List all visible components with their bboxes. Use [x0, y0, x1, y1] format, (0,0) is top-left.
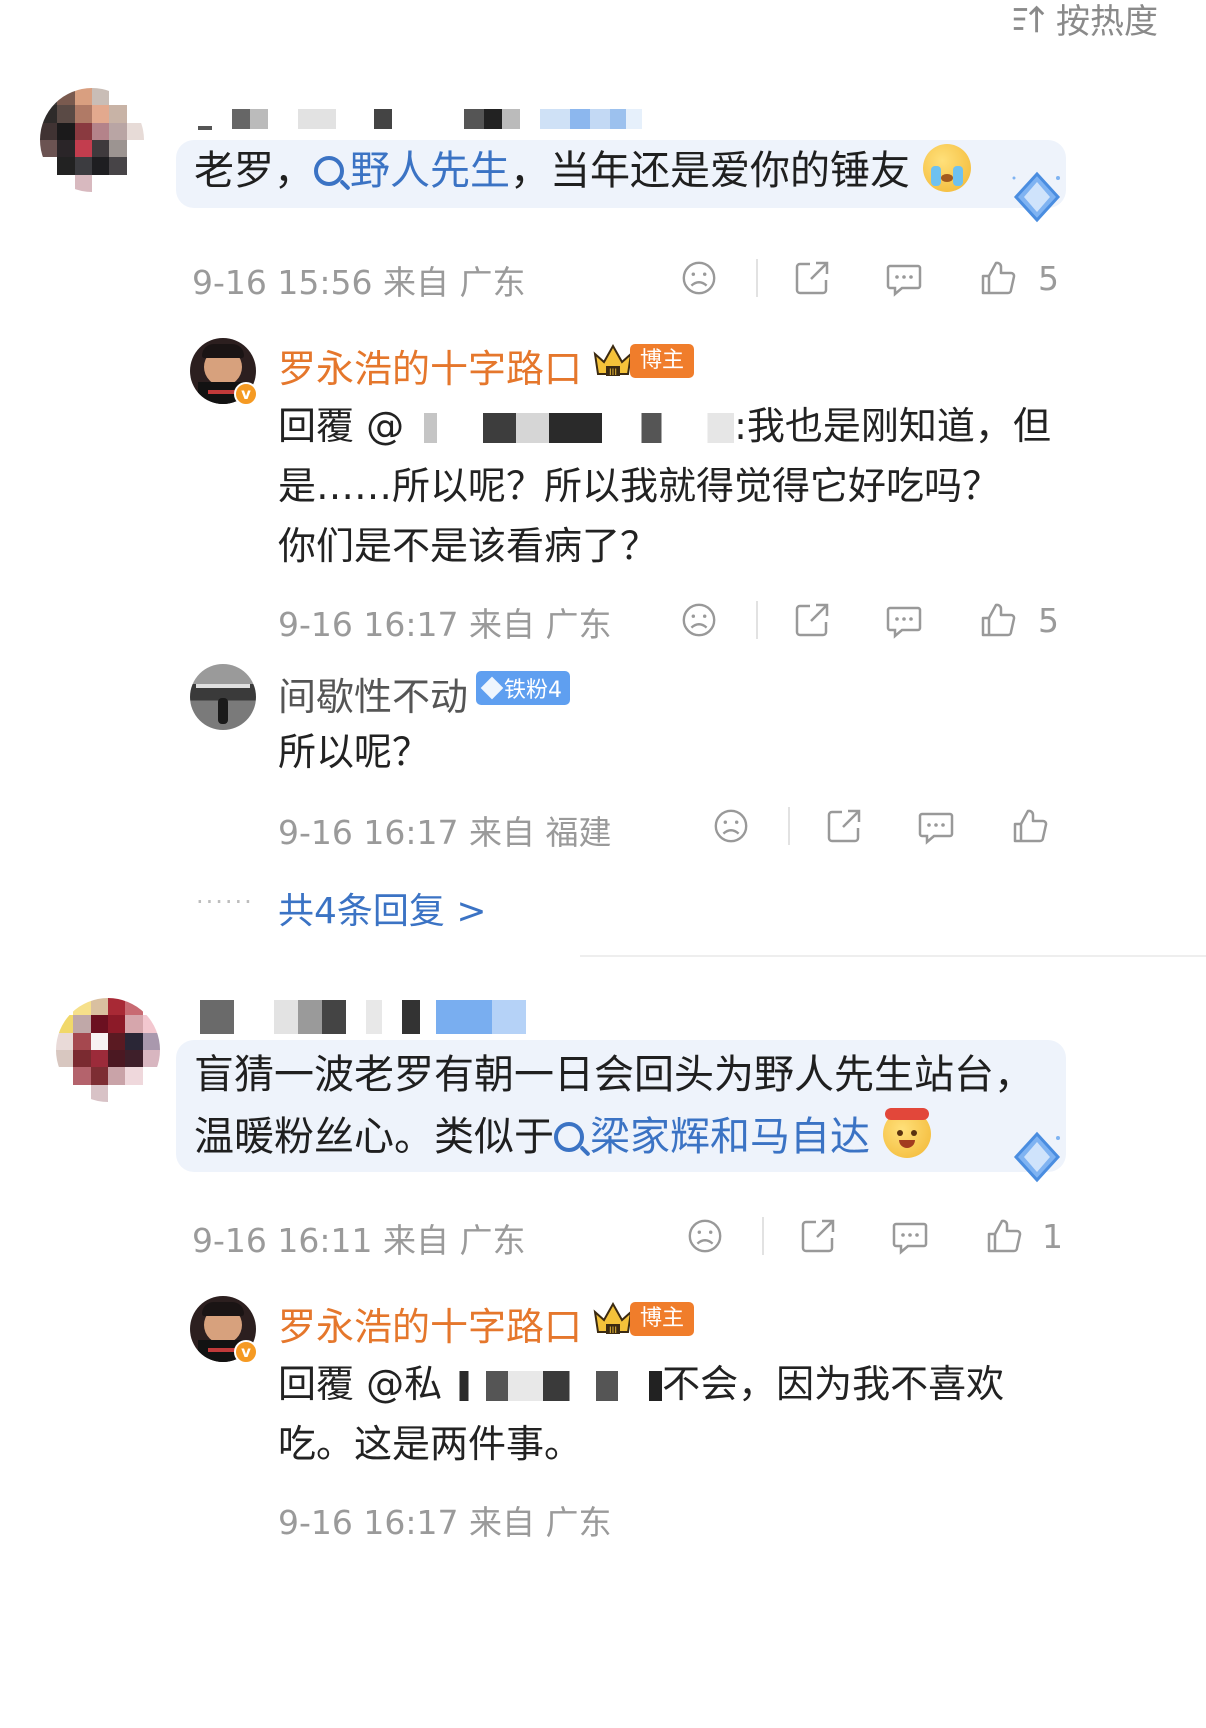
diamond-icon	[1012, 171, 1061, 223]
dislike-button[interactable]	[712, 806, 750, 846]
dislike-button[interactable]	[686, 1216, 724, 1256]
like-thumb-icon	[987, 1219, 1022, 1253]
avatar[interactable]	[40, 88, 144, 192]
topic-link[interactable]: 野人先生	[314, 148, 510, 194]
dislike-face-icon	[682, 261, 716, 295]
more-replies-link[interactable]: 共4条回复 >	[278, 882, 487, 934]
comment-icon	[886, 264, 922, 297]
dislike-face-icon	[714, 809, 748, 843]
sort-icon	[1013, 5, 1045, 32]
verified-badge: v	[234, 1340, 258, 1364]
diamond-icon	[480, 676, 504, 700]
reply-author[interactable]: 间歇性不动	[278, 666, 468, 721]
like-thumb-icon	[981, 603, 1016, 637]
search-icon	[554, 1122, 584, 1152]
comment-icon	[886, 606, 922, 639]
divider	[762, 1217, 764, 1255]
reply-author[interactable]: 罗永浩的十字路口	[278, 1296, 582, 1351]
like-button[interactable]	[1010, 806, 1050, 846]
reply-text: 回覆 @:我也是刚知道，但 是……所以呢？所以我就得觉得它好吃吗？ 你们是不是该…	[278, 404, 1051, 568]
sort-label: 按热度	[1056, 2, 1158, 42]
comment-meta: 9-16 16:11 来自 广东	[192, 1221, 526, 1260]
comment-icon	[918, 812, 954, 845]
like-count: 5	[1038, 600, 1059, 640]
reply-button[interactable]	[884, 258, 924, 298]
blogger-tag: 博主	[630, 1302, 695, 1336]
reply-author[interactable]: 罗永浩的十字路口	[278, 338, 582, 393]
topic-link[interactable]: 梁家辉和马自达	[554, 1114, 870, 1160]
comment-icon	[892, 1222, 928, 1255]
divider	[756, 259, 758, 297]
thread-dots: ······	[196, 888, 254, 916]
like-button[interactable]: 1	[984, 1216, 1063, 1256]
share-button[interactable]	[798, 1216, 838, 1256]
avatar[interactable]	[190, 664, 256, 730]
reply-button[interactable]	[884, 600, 924, 640]
cheer-emoji-icon	[882, 1108, 931, 1158]
svg-text:III: III	[609, 1326, 617, 1336]
reply-meta: 9-16 16:17 来自 福建	[278, 813, 612, 852]
share-button[interactable]	[792, 258, 832, 298]
blogger-tag: 博主	[630, 344, 695, 378]
blogger-badge: III 博主	[592, 342, 695, 380]
verified-badge: v	[234, 382, 258, 406]
like-thumb-icon	[981, 261, 1016, 295]
share-icon	[795, 261, 829, 295]
crying-emoji-icon	[922, 144, 971, 192]
svg-text:III: III	[609, 368, 617, 378]
like-thumb-icon	[1013, 809, 1048, 843]
share-button[interactable]	[824, 806, 864, 846]
like-count: 1	[1042, 1216, 1063, 1256]
like-button[interactable]: 5	[978, 258, 1059, 298]
masked-username	[200, 1000, 526, 1034]
dislike-button[interactable]	[680, 600, 718, 640]
dislike-button[interactable]	[680, 258, 718, 298]
comment-text: 盲猜一波老罗有朝一日会回头为野人先生站台， 温暖粉丝心。类似于 梁家辉和马自达	[176, 1040, 1066, 1172]
divider	[788, 807, 790, 845]
comment-meta: 9-16 15:56 来自 广东	[192, 263, 526, 302]
masked-username	[198, 108, 642, 130]
share-button[interactable]	[792, 600, 832, 640]
share-icon	[801, 1219, 835, 1253]
sort-toggle[interactable]: 按热度	[1010, 0, 1158, 43]
share-icon	[827, 809, 861, 843]
fan-badge: 铁粉4	[476, 671, 570, 705]
reply-actions: 5	[680, 600, 1059, 640]
like-count: 5	[1038, 258, 1059, 298]
like-button[interactable]: 5	[978, 600, 1059, 640]
reply-button[interactable]	[916, 806, 956, 846]
comment-text: 老罗， 野人先生，当年还是爱你的锤友	[176, 140, 1066, 208]
divider	[756, 601, 758, 639]
masked-mention[interactable]	[404, 413, 735, 443]
blogger-badge: III 博主	[592, 1300, 695, 1338]
avatar[interactable]	[56, 998, 160, 1102]
reply-meta: 9-16 16:17 来自 广东	[278, 1503, 612, 1542]
comment-divider	[580, 955, 1206, 957]
reply-meta: 9-16 16:17 来自 广东	[278, 605, 612, 644]
comment-actions: 5	[680, 258, 1059, 298]
dislike-face-icon	[688, 1219, 722, 1253]
crown-icon: III	[593, 343, 633, 378]
reply-text: 回覆 @私 不会，因为我不喜欢 吃。这是两件事。	[278, 1362, 1005, 1466]
masked-mention[interactable]	[442, 1371, 663, 1401]
share-icon	[795, 603, 829, 637]
crown-icon: III	[593, 1301, 633, 1336]
dislike-face-icon	[682, 603, 716, 637]
reply-text: 所以呢？	[278, 730, 431, 774]
reply-actions	[712, 806, 1050, 846]
search-icon	[314, 156, 344, 186]
reply-button[interactable]	[890, 1216, 930, 1256]
comment-actions: 1	[686, 1216, 1063, 1256]
diamond-icon	[1013, 1131, 1061, 1183]
